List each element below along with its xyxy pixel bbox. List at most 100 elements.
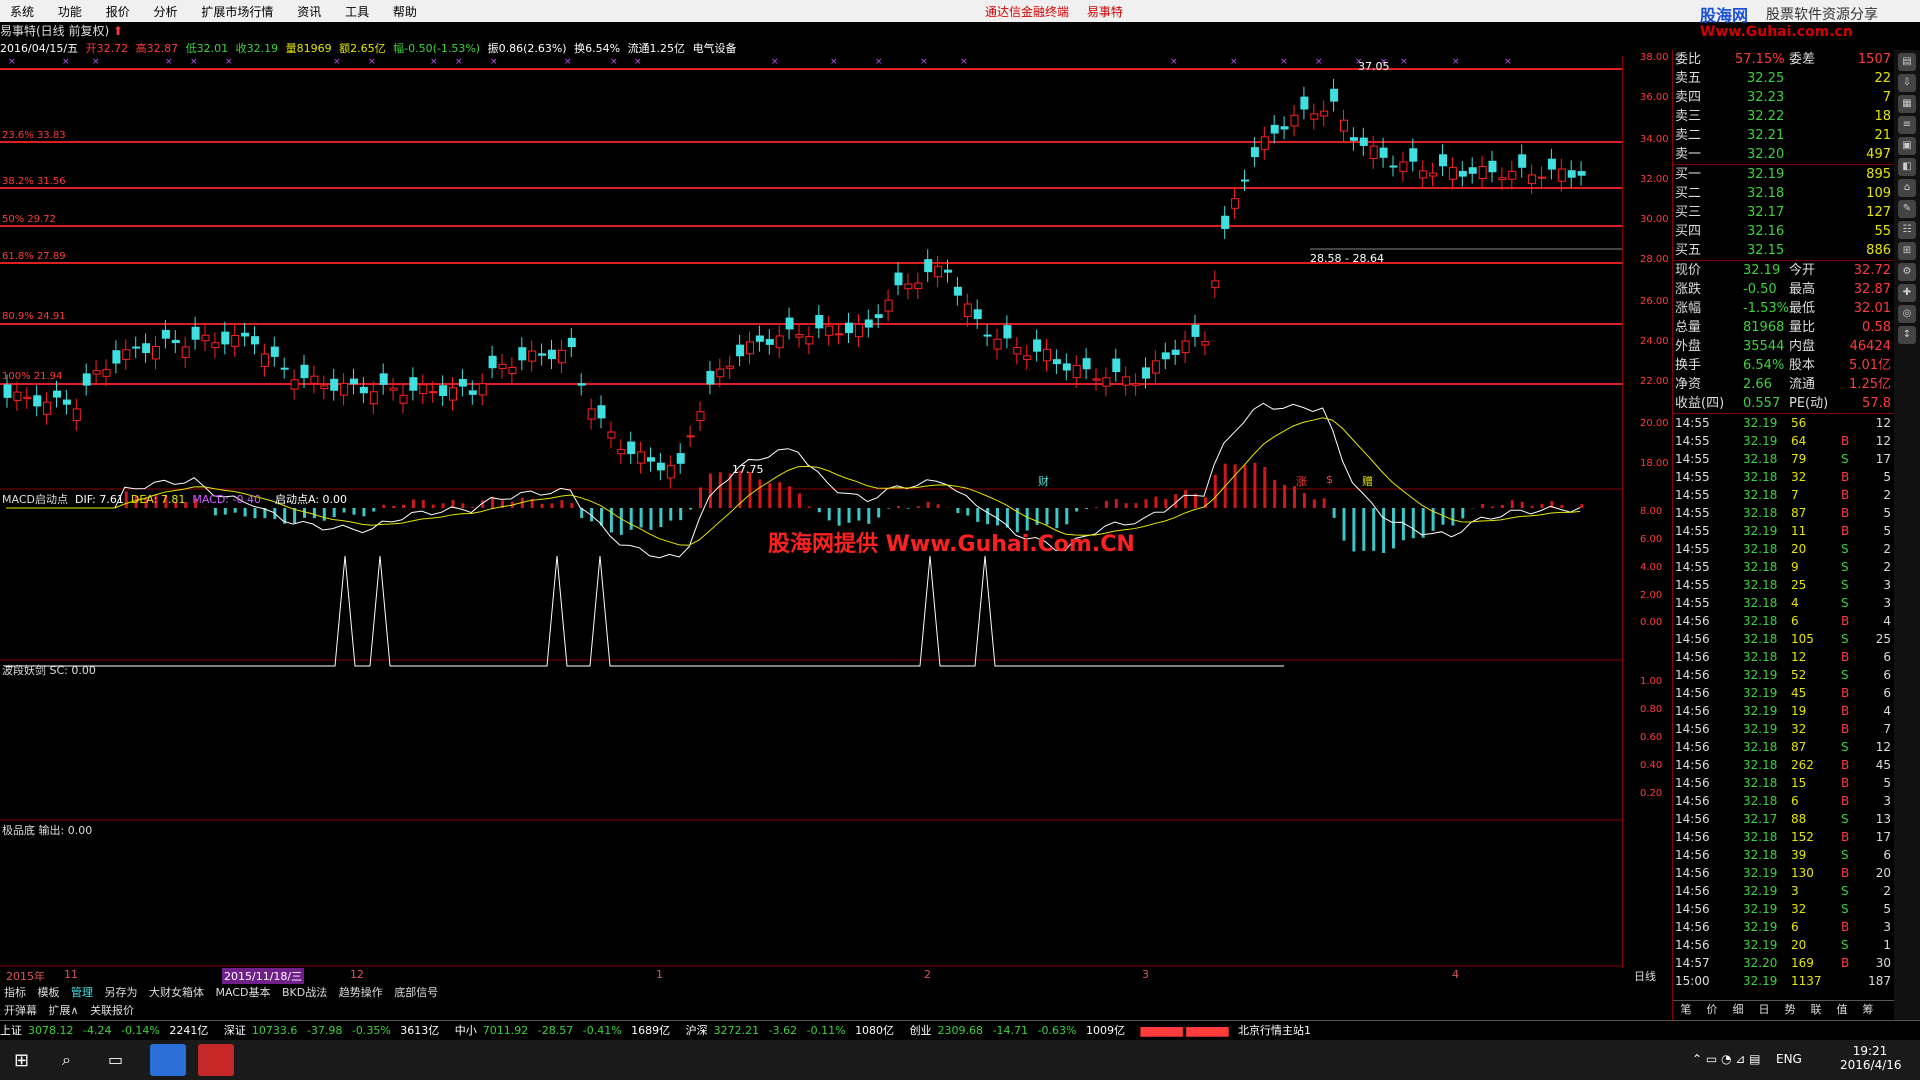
stat-row-cell: 32.19: [1743, 263, 1781, 278]
tab-trend[interactable]: 趋势操作: [335, 983, 387, 1001]
tick-cell: 3: [1883, 794, 1891, 808]
side-tab[interactable]: 价: [1699, 1001, 1725, 1017]
tab-danmaku[interactable]: 开弹幕: [0, 1001, 41, 1019]
index-hs[interactable]: 沪深 3272.21 -3.62 -0.11% 1080亿: [686, 1024, 900, 1037]
toolbar-icon[interactable]: ⊞: [1898, 242, 1916, 260]
candle-body: [894, 272, 903, 286]
side-tab[interactable]: 日: [1751, 1001, 1777, 1017]
tick-cell: B: [1841, 956, 1850, 970]
tab-save-as[interactable]: 另存为: [101, 983, 142, 1001]
toolbar-icon[interactable]: ▦: [1898, 95, 1916, 113]
macd-bar: [431, 504, 435, 508]
side-tab[interactable]: 联: [1803, 1001, 1829, 1017]
order-ratio-label: 委比: [1675, 52, 1702, 67]
menu-item-tools[interactable]: 工具: [335, 0, 379, 23]
macd-bar: [1045, 508, 1049, 525]
side-tab[interactable]: 细: [1725, 1001, 1751, 1017]
tick-cell: 14:55: [1675, 506, 1710, 520]
candle-body: [1003, 325, 1012, 339]
macd-bar: [1352, 508, 1356, 552]
toolbar-icon[interactable]: ⌂: [1898, 179, 1916, 197]
tab-indicator[interactable]: 指标: [0, 983, 30, 1001]
toolbar-icon[interactable]: ↕: [1898, 326, 1916, 344]
tab-manage[interactable]: 管理: [67, 983, 97, 1001]
tick-row: 14:56 32.19 32 S 5: [1673, 900, 1895, 918]
index-sz[interactable]: 深证 10733.6 -37.98 -0.35% 3613亿: [224, 1024, 445, 1037]
toolbar-icon[interactable]: ◎: [1898, 305, 1916, 323]
toolbar-icon[interactable]: ◧: [1898, 158, 1916, 176]
tick-cell: 6: [1883, 848, 1891, 862]
menu-item-system[interactable]: 系统: [0, 0, 44, 23]
menu-item-news[interactable]: 资讯: [287, 0, 331, 23]
side-tab[interactable]: 势: [1777, 1001, 1803, 1017]
tab-extend[interactable]: 扩展∧: [45, 1001, 83, 1019]
candle-body: [1567, 170, 1576, 178]
info-low: 低32.01: [185, 42, 229, 55]
candle-body: [350, 378, 358, 385]
toolbar-icon[interactable]: ✎: [1898, 200, 1916, 218]
tab-template[interactable]: 模板: [34, 983, 64, 1001]
toolbar-icon[interactable]: ⚙: [1898, 263, 1916, 281]
menu-item-analysis[interactable]: 分析: [144, 0, 188, 23]
tick-cell: 152: [1791, 830, 1814, 844]
toolbar-icon[interactable]: ▣: [1898, 137, 1916, 155]
task-view-icon[interactable]: ▭: [108, 1050, 123, 1069]
toolbar-icon[interactable]: ▤: [1898, 53, 1916, 71]
tab-bottom-signal[interactable]: 底部信号: [390, 983, 442, 1001]
tray-icons[interactable]: ⌃ ▭ ◔ ⊿ ▤: [1692, 1052, 1761, 1066]
side-tab[interactable]: 笔: [1673, 1001, 1699, 1017]
tick-list[interactable]: 14:55 32.19 56 12 14:55 32.19 64 B 12 14:55 32.18 7…: [1673, 414, 1895, 990]
menu-item-quote[interactable]: 报价: [96, 0, 140, 23]
tab-related-quote[interactable]: 关联报价: [86, 1001, 138, 1019]
search-icon[interactable]: ⌕: [62, 1050, 71, 1070]
index-sh[interactable]: 上证 3078.12 -4.24 -0.14% 2241亿: [0, 1024, 214, 1037]
side-tab[interactable]: 值: [1829, 1001, 1855, 1017]
menu-bar: 系统 功能 报价 分析 扩展市场行情 资讯 工具 帮助: [0, 0, 1920, 22]
stock-name: 易事特: [1086, 5, 1123, 19]
windows-start-icon[interactable]: ⊞: [14, 1050, 29, 1071]
macd-bar: [1540, 503, 1544, 508]
tick-cell: 14:55: [1675, 578, 1710, 592]
info-change: 幅-0.50(-1.53%): [393, 42, 481, 55]
clock[interactable]: 19:21 2016/4/16: [1840, 1044, 1902, 1072]
toolbar-icon[interactable]: ≡: [1898, 116, 1916, 134]
toolbar-icon[interactable]: ⇩: [1898, 74, 1916, 92]
macd-bar: [1273, 479, 1277, 508]
tick-cell: 6: [1791, 614, 1799, 628]
macd-bar: [223, 508, 227, 515]
candle-body: [993, 338, 1002, 350]
tab-macd-basic[interactable]: MACD基本: [212, 983, 275, 1001]
app-stock-terminal-icon[interactable]: [198, 1044, 234, 1076]
app-browser-icon[interactable]: [150, 1044, 186, 1076]
macd-bar: [708, 473, 712, 508]
server-label[interactable]: 北京行情主站1: [1238, 1024, 1311, 1037]
index-cy[interactable]: 创业 2309.68 -14.71 -0.63% 1009亿: [910, 1024, 1131, 1037]
tick-cell: 32.18: [1743, 542, 1778, 556]
tick-cell: 17: [1875, 830, 1891, 844]
menu-item-ext-market[interactable]: 扩展市场行情: [191, 0, 283, 23]
toolbar-icon[interactable]: ✚: [1898, 284, 1916, 302]
bottom-panel-title: 极品底 输出: 0.00: [2, 824, 93, 837]
tick-cell: 32.18: [1743, 758, 1778, 772]
bid-row-cell: 32.17: [1747, 205, 1785, 220]
side-tab[interactable]: 筹: [1855, 1001, 1881, 1017]
macd-bar: [926, 501, 930, 508]
tab-bkd[interactable]: BKD战法: [278, 983, 331, 1001]
toolbar-icon[interactable]: ☷: [1898, 221, 1916, 239]
index-change: -4.24: [83, 1024, 112, 1037]
chart-canvas[interactable]: × × × × × × × × × × × × × × × × × × × × × × × × × × × ×: [0, 56, 1622, 968]
signal-x-marker: ×: [225, 57, 233, 67]
period-label[interactable]: 日线: [1634, 968, 1656, 984]
menu-item-function[interactable]: 功能: [48, 0, 92, 23]
bid-row-cell: 109: [1866, 186, 1891, 201]
tab-box[interactable]: 大财女箱体: [145, 983, 208, 1001]
bid-row-cell: 32.18: [1747, 186, 1785, 201]
tick-cell: 20: [1791, 938, 1807, 952]
tick-cell: 14:55: [1675, 596, 1710, 610]
menu-item-help[interactable]: 帮助: [383, 0, 427, 23]
candle-body: [92, 370, 101, 375]
index-zx[interactable]: 中小 7011.92 -28.57 -0.41% 1689亿: [455, 1024, 676, 1037]
candle-body: [1280, 126, 1289, 130]
tick-cell: 12: [1875, 434, 1891, 448]
lang-indicator[interactable]: ENG: [1776, 1052, 1802, 1066]
